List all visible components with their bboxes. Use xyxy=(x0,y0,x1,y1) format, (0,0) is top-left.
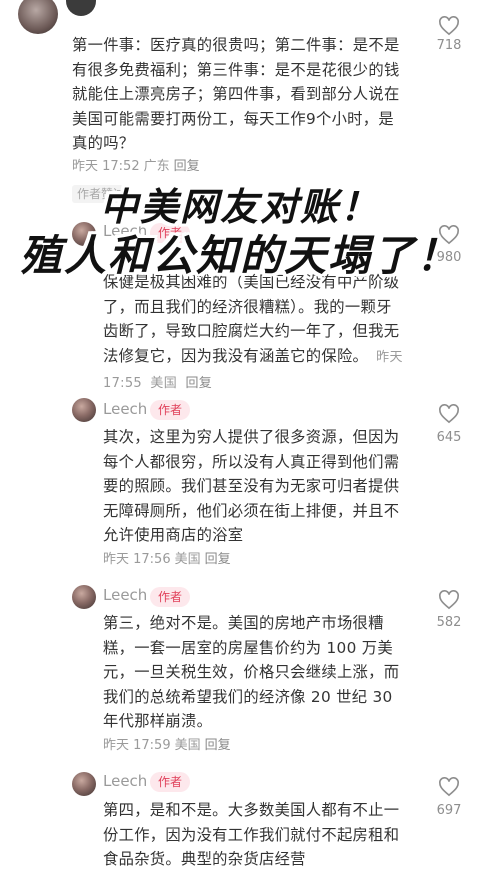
like-heart-icon[interactable] xyxy=(438,777,460,797)
comment-author[interactable]: Leech xyxy=(103,586,147,604)
comment-location: 美国 xyxy=(174,552,201,567)
comment-body: 保健是极其困难的（美国已经没有中产阶级了，而且我们的经济很糟糕）。我的一颗牙齿断… xyxy=(103,273,400,365)
like-count: 582 xyxy=(436,615,462,630)
like-heart-icon[interactable] xyxy=(438,16,460,36)
comment-text: 保健是极其困难的（美国已经没有中产阶级了，而且我们的经济很糟糕）。我的一颗牙齿断… xyxy=(103,270,403,397)
avatar[interactable] xyxy=(72,772,96,796)
like-count: 697 xyxy=(436,803,462,818)
comment-time: 昨天 17:59 xyxy=(103,738,171,753)
comment-meta: 昨天 17:59 美国 回复 xyxy=(103,734,235,753)
comment-location: 美国 xyxy=(150,376,178,391)
comment-text: 第四，是和不是。大多数美国人都有不止一份工作，因为没有工作我们就付不起房租和食品… xyxy=(103,801,400,868)
avatar[interactable] xyxy=(72,585,96,609)
reply-button[interactable]: 回复 xyxy=(205,552,231,567)
overlay-caption-line2: 殖人和公知的天塌了！ xyxy=(19,231,460,280)
like-heart-icon[interactable] xyxy=(438,590,460,610)
author-badge: 作者 xyxy=(150,772,191,792)
comment-location: 广东 xyxy=(143,159,170,174)
comment-location: 美国 xyxy=(174,738,201,753)
avatar[interactable] xyxy=(72,398,96,422)
comment-text: 第三，绝对不是。美国的房地产市场很糟糕，一套一居室的房屋售价约为 100 万美元… xyxy=(103,614,400,730)
comment-time: 昨天 17:56 xyxy=(103,552,171,567)
comment-meta: 昨天 17:56 美国 回复 xyxy=(103,548,235,567)
comment-meta: 昨天 17:52 广东 回复 xyxy=(72,155,204,174)
comment-author[interactable]: Leech xyxy=(103,772,147,790)
like-count: 645 xyxy=(436,430,462,445)
comment-text: 其次，这里为穷人提供了很多资源，但因为每个人都很穷，所以没有人真正得到他们需要的… xyxy=(103,428,400,544)
like-count: 718 xyxy=(436,38,462,53)
comment-time: 昨天 17:52 xyxy=(72,159,140,174)
author-badge: 作者 xyxy=(150,587,191,607)
comment-text: 第一件事：医疗真的很贵吗；第二件事：是不是有很多免费福利；第三件事：是不是花很少… xyxy=(72,36,400,152)
author-badge: 作者 xyxy=(150,400,191,420)
avatar[interactable] xyxy=(18,0,58,34)
like-heart-icon[interactable] xyxy=(438,404,460,424)
comment-author[interactable]: Leech xyxy=(103,400,147,418)
reply-button[interactable]: 回复 xyxy=(185,376,212,391)
reply-button[interactable]: 回复 xyxy=(205,738,231,753)
reply-button[interactable]: 回复 xyxy=(174,159,200,174)
avatar[interactable] xyxy=(66,0,96,16)
